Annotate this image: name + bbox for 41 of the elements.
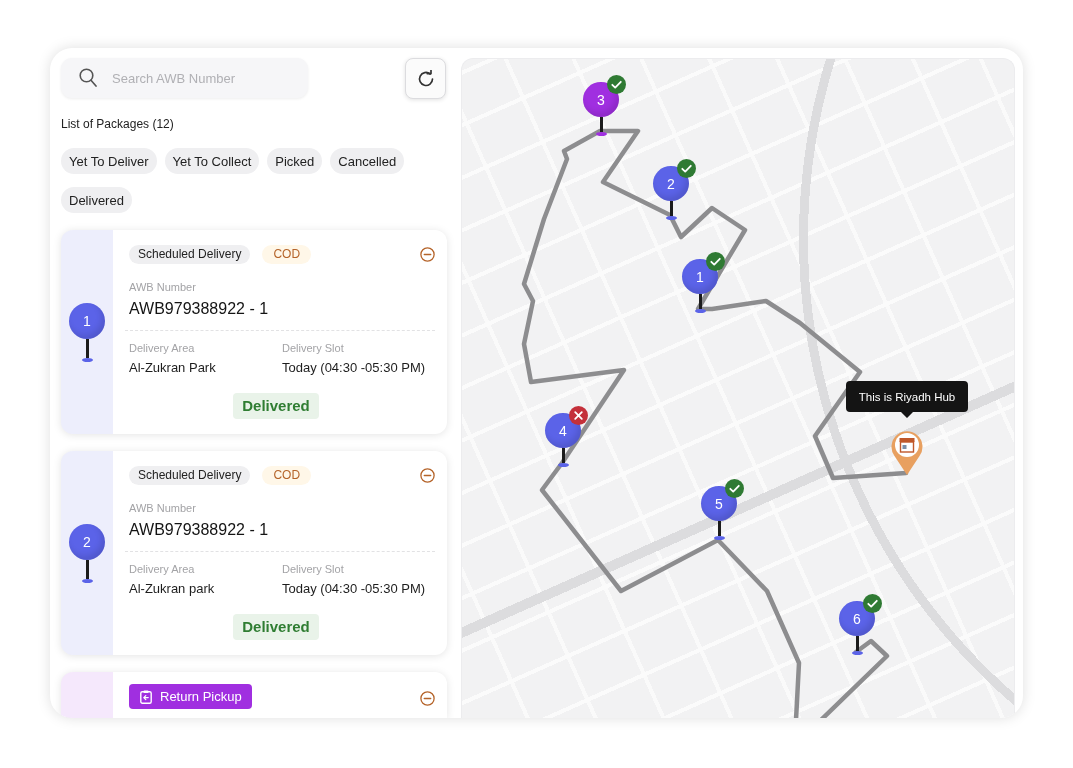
awb-number: AWB979388922 - 1 [129,300,270,318]
filter-chip[interactable]: Delivered [61,187,132,213]
minus-circle-icon[interactable] [420,247,435,262]
slot-value: Today (04:30 -05:30 PM) [282,581,427,596]
search-icon [79,68,97,87]
payment-tag: COD [262,466,312,485]
status-badge: Delivered [233,393,319,419]
map-drawing[interactable]: 1 2 3 4 5 6 This is Riyadh Hub [461,58,1015,718]
delivery-type-tag: Scheduled Delivery [129,466,251,485]
card-pin: 1 [69,302,105,362]
minus-circle-icon[interactable] [420,690,435,706]
awb-label: AWB Number [129,502,197,515]
minus-circle-icon[interactable] [420,468,435,483]
filter-chip[interactable]: Cancelled [330,148,405,174]
packages-heading: List of Packages (12) [61,117,174,131]
refresh-button[interactable] [405,58,446,99]
filter-chip[interactable]: Yet To Deliver [61,148,157,174]
status-badge: Delivered [233,614,319,640]
awb-number: AWB979388922 - 1 [129,521,270,539]
search-field[interactable]: Search AWB Number [61,58,308,98]
package-card[interactable]: 1 Scheduled Delivery COD AWB Number AWB979388922 - 1 Delivery Area Delivery Slot Al-Zukran Park Today (04:30 -05:30 PM) Delivered [61,230,447,434]
filter-chip[interactable]: Picked [267,148,323,174]
area-value: Al-Zukran Park [129,360,217,375]
awb-label: AWB Number [129,281,197,294]
payment-tag: COD [262,245,312,264]
filter-chip[interactable]: Yet To Collect [164,148,260,174]
hub-tooltip: This is Riyadh Hub [846,381,968,419]
area-label: Delivery Area [129,563,196,576]
card-pin: 2 [69,523,105,583]
package-card[interactable]: Return Pickup [61,672,447,718]
clipboard-icon [140,689,152,704]
shop-pin-icon[interactable] [890,429,924,475]
slot-label: Delivery Slot [282,563,345,576]
return-pickup-button[interactable]: Return Pickup [129,684,252,709]
area-label: Delivery Area [129,342,196,355]
slot-label: Delivery Slot [282,342,345,355]
delivery-type-tag: Scheduled Delivery [129,245,251,264]
refresh-icon [416,69,435,88]
package-card[interactable]: 2 Scheduled Delivery COD AWB Number AWB979388922 - 1 Delivery Area Delivery Slot Al-Zukran park Today (04:30 -05:30 PM) Delivered [61,451,447,655]
slot-value: Today (04:30 -05:30 PM) [282,360,427,375]
area-value: Al-Zukran park [129,581,216,596]
